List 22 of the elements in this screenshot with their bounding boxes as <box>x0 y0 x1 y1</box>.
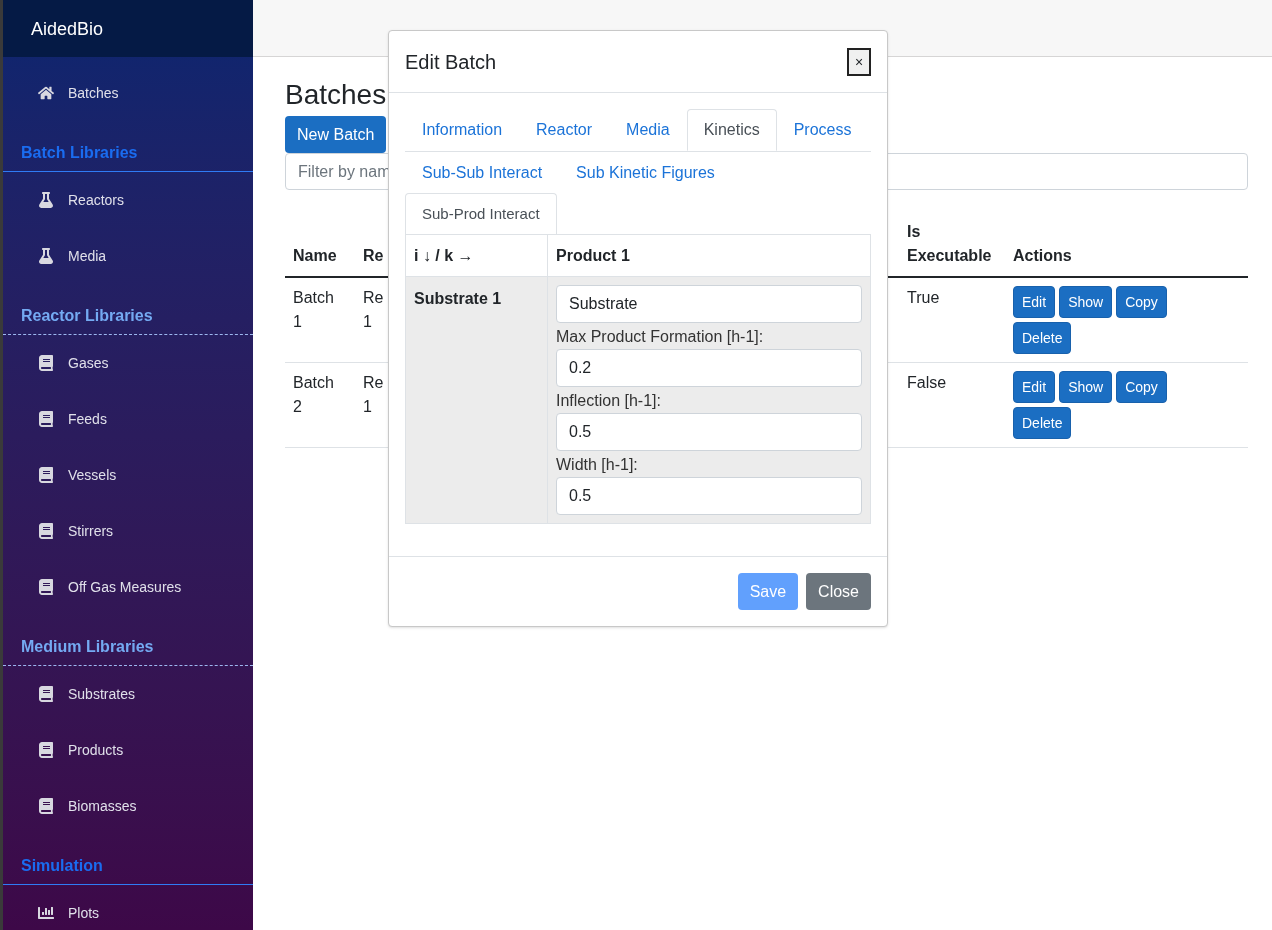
column-header: Product 1 <box>556 246 630 264</box>
sidebar-section-heading: Reactor Libraries <box>20 306 154 326</box>
row-header: Substrate 1 <box>414 290 502 307</box>
table-cell-text: Batch 2 <box>293 373 335 417</box>
column-header: Actions <box>1013 247 1072 264</box>
field-label: Width [h-1]: <box>556 455 639 475</box>
sidebar-section-heading: Batch Libraries <box>20 143 139 163</box>
sidebar-section-heading: Medium Libraries <box>20 637 155 657</box>
table-cell-text: Batch 1 <box>293 288 335 332</box>
field-label: Max Product Formation [h-1]: <box>556 327 765 347</box>
field-label: Inflection [h-1]: <box>556 391 662 411</box>
table-cell: False <box>907 374 947 391</box>
column-header: i ↓ / k → <box>414 246 474 264</box>
column-header: Is Executable <box>907 223 992 264</box>
table-cell-text: Re 1 <box>363 373 385 417</box>
table-cell: True <box>907 289 940 306</box>
dialog-title: Edit Batch <box>405 49 497 75</box>
page-title: Batches <box>285 78 388 112</box>
sidebar-section-heading: Simulation <box>20 856 104 876</box>
column-header: Name <box>293 247 337 264</box>
table-cell-text: Re 1 <box>363 288 385 332</box>
column-header: Re <box>363 247 384 264</box>
